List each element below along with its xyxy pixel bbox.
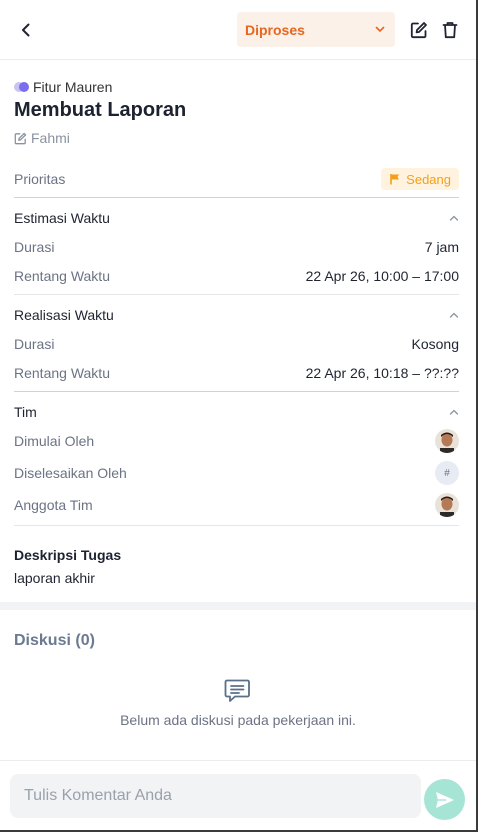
trash-icon xyxy=(442,21,458,38)
edit-small-icon xyxy=(14,132,27,144)
members-label: Anggota Tim xyxy=(14,497,93,513)
chevron-down-icon xyxy=(375,26,385,32)
top-bar: Diproses xyxy=(0,0,476,60)
team-header[interactable]: Tim xyxy=(14,403,459,421)
avatar[interactable] xyxy=(435,493,459,517)
status-dropdown[interactable]: Diproses xyxy=(237,12,395,47)
started-by-row: Dimulai Oleh xyxy=(14,429,459,453)
team-title: Tim xyxy=(14,404,37,420)
send-icon xyxy=(435,791,454,808)
members-row: Anggota Tim xyxy=(14,493,459,517)
task-title: Membuat Laporan xyxy=(14,99,187,121)
discussion-empty-text: Belum ada diskusi pada pekerjaan ini. xyxy=(120,712,356,728)
author-name: Fahmi xyxy=(31,130,70,146)
flag-icon xyxy=(390,174,400,185)
task-author: Fahmi xyxy=(14,130,459,146)
chevron-up-icon xyxy=(449,409,459,415)
finished-by-row: Diselesaikan Oleh # xyxy=(14,461,459,485)
status-value: Diproses xyxy=(245,21,305,38)
back-arrow-icon xyxy=(22,23,30,36)
realization-header[interactable]: Realisasi Waktu xyxy=(14,306,459,324)
priority-value: Sedang xyxy=(406,171,451,187)
priority-row: Prioritas Sedang xyxy=(14,167,459,191)
realization-range-row: Rentang Waktu 22 Apr 26, 10:18 – ??:?? xyxy=(14,364,459,382)
feature-dot-icon xyxy=(14,82,29,92)
comment-icon xyxy=(224,679,250,702)
estimate-duration-row: Durasi 7 jam xyxy=(14,238,459,256)
estimate-range-label: Rentang Waktu xyxy=(14,268,110,284)
estimate-duration-value: 7 jam xyxy=(424,239,459,255)
divider xyxy=(14,294,459,295)
description-body: laporan akhir xyxy=(14,570,95,586)
priority-badge[interactable]: Sedang xyxy=(381,168,459,190)
estimate-range-row: Rentang Waktu 22 Apr 26, 10:00 – 17:00 xyxy=(14,267,459,285)
edit-icon xyxy=(410,21,427,38)
estimate-header[interactable]: Estimasi Waktu xyxy=(14,209,459,227)
delete-button[interactable] xyxy=(438,18,462,42)
edit-button[interactable] xyxy=(407,18,431,42)
realization-title: Realisasi Waktu xyxy=(14,307,114,323)
priority-label: Prioritas xyxy=(14,171,66,187)
realization-range-label: Rentang Waktu xyxy=(14,365,110,381)
estimate-title: Estimasi Waktu xyxy=(14,210,110,226)
divider xyxy=(14,525,459,526)
task-detail-screen: Diproses Fitur Mauren Membuat Laporan Fa… xyxy=(0,0,478,832)
discussion-title: Diskusi (0) xyxy=(14,632,95,649)
feature-tag: Fitur Mauren xyxy=(14,79,459,95)
comment-input[interactable] xyxy=(10,774,421,818)
divider xyxy=(0,760,476,761)
feature-name: Fitur Mauren xyxy=(33,79,113,95)
realization-range-value: 22 Apr 26, 10:18 – ??:?? xyxy=(305,365,459,381)
chevron-up-icon xyxy=(449,215,459,221)
finished-by-label: Diselesaikan Oleh xyxy=(14,465,127,481)
back-button[interactable] xyxy=(14,18,38,42)
section-separator xyxy=(0,602,476,610)
divider xyxy=(14,391,459,392)
empty-avatar[interactable]: # xyxy=(435,461,459,485)
chevron-up-icon xyxy=(449,312,459,318)
estimate-range-value: 22 Apr 26, 10:00 – 17:00 xyxy=(305,268,459,284)
started-by-label: Dimulai Oleh xyxy=(14,433,95,449)
avatar[interactable] xyxy=(435,429,459,453)
discussion-empty-state: Belum ada diskusi pada pekerjaan ini. xyxy=(0,678,476,728)
estimate-duration-label: Durasi xyxy=(14,239,55,255)
description-title: Deskripsi Tugas xyxy=(14,547,122,563)
send-button[interactable] xyxy=(424,779,465,820)
realization-duration-row: Durasi Kosong xyxy=(14,335,459,353)
realization-duration-label: Durasi xyxy=(14,336,55,352)
realization-duration-value: Kosong xyxy=(411,336,459,352)
divider xyxy=(14,197,459,198)
